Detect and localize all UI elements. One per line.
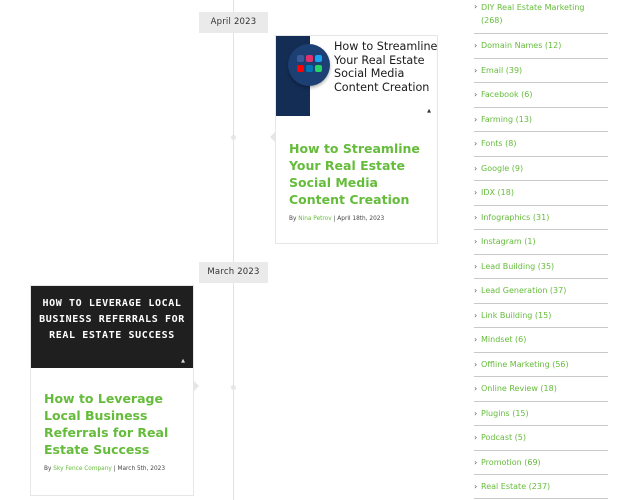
chevron-right-icon: › (474, 262, 478, 271)
chevron-right-icon: › (474, 482, 478, 491)
facebook-icon (297, 55, 304, 62)
chevron-right-icon: › (474, 164, 478, 173)
post-thumbnail[interactable]: How to Streamline Your Real Estate Socia… (276, 36, 437, 117)
linkedin-icon (306, 65, 313, 72)
category-link[interactable]: Farming (13) (481, 115, 532, 124)
post-card[interactable]: HOW TO LEVERAGE LOCAL BUSINESS REFERRALS… (30, 285, 194, 496)
category-link[interactable]: Email (39) (481, 66, 522, 75)
post-date: March 5th, 2023 (117, 466, 166, 472)
category-item[interactable]: › Infographics (31) (474, 206, 608, 230)
chevron-right-icon: › (474, 286, 478, 295)
post-thumbnail[interactable]: HOW TO LEVERAGE LOCAL BUSINESS REFERRALS… (31, 286, 193, 368)
chevron-right-icon: › (474, 66, 478, 75)
chevron-right-icon: › (474, 188, 478, 197)
chevron-right-icon: › (474, 213, 478, 222)
chevron-right-icon: › (474, 237, 478, 246)
thumbnail-heading: HOW TO LEVERAGE LOCAL BUSINESS REFERRALS… (39, 298, 185, 341)
category-item[interactable]: › Online Review (18) (474, 377, 608, 402)
category-item[interactable]: › IDX (18) (474, 181, 608, 206)
category-link[interactable]: Infographics (31) (481, 213, 549, 222)
category-item[interactable]: › Fonts (8) (474, 132, 608, 157)
category-item[interactable]: › Email (39) (474, 59, 608, 83)
category-item[interactable]: › Plugins (15) (474, 402, 608, 426)
chevron-right-icon: › (474, 139, 478, 148)
category-link[interactable]: IDX (18) (481, 188, 514, 197)
social-media-phone-icon (288, 44, 330, 86)
category-item[interactable]: › Google (9) (474, 157, 608, 181)
chevron-right-icon: › (474, 360, 478, 369)
chevron-right-icon: › (474, 311, 478, 320)
whatsapp-icon (315, 65, 322, 72)
category-item[interactable]: › DIY Real Estate Marketing (268) (474, 0, 608, 34)
twitter-icon (315, 55, 322, 62)
timeline-line (233, 0, 234, 500)
instagram-icon (306, 55, 313, 62)
category-item[interactable]: › Podcast (5) (474, 426, 608, 451)
chevron-right-icon: › (474, 384, 478, 393)
chevron-right-icon: › (474, 115, 478, 124)
category-link[interactable]: Plugins (15) (481, 409, 529, 418)
category-link[interactable]: Mindset (6) (481, 335, 526, 344)
category-item[interactable]: › Farming (13) (474, 108, 608, 132)
category-link[interactable]: DIY Real Estate Marketing (268) (481, 2, 599, 27)
timeline-dot (231, 135, 236, 140)
category-link[interactable]: Fonts (8) (481, 139, 516, 148)
post-title[interactable]: How to Leverage Local Business Referrals… (44, 390, 184, 458)
chevron-right-icon: › (474, 335, 478, 344)
category-link[interactable]: Podcast (5) (481, 433, 526, 442)
category-link[interactable]: Offline Marketing (56) (481, 360, 569, 369)
brand-logo-icon: ▲ (181, 358, 185, 364)
category-link[interactable]: Online Review (18) (481, 384, 557, 393)
post-title[interactable]: How to Streamline Your Real Estate Socia… (289, 140, 429, 208)
post-meta: By Nina Petrov | April 18th, 2023 (289, 216, 385, 222)
post-date: April 18th, 2023 (337, 216, 385, 222)
card-arrow (194, 381, 199, 391)
category-link[interactable]: Facebook (6) (481, 90, 532, 99)
month-label-april: April 2023 (199, 12, 268, 33)
category-link[interactable]: Google (9) (481, 164, 523, 173)
category-link[interactable]: Promotion (69) (481, 458, 541, 467)
category-item[interactable]: › Facebook (6) (474, 83, 608, 108)
category-link[interactable]: Lead Building (35) (481, 262, 554, 271)
chevron-right-icon: › (474, 458, 478, 467)
category-item[interactable]: › Promotion (69) (474, 451, 608, 475)
category-link[interactable]: Real Estate (237) (481, 482, 550, 491)
category-item[interactable]: › Instagram (1) (474, 230, 608, 255)
brand-logo-icon: ▲ (427, 108, 431, 114)
category-item[interactable]: › Link Building (15) (474, 304, 608, 328)
post-author-link[interactable]: Sky Fence Company (53, 466, 112, 472)
category-item[interactable]: › Offline Marketing (56) (474, 353, 608, 377)
post-author-link[interactable]: Nina Petrov (298, 216, 331, 222)
category-link[interactable]: Instagram (1) (481, 237, 536, 246)
category-link[interactable]: Domain Names (12) (481, 41, 561, 50)
chevron-right-icon: › (474, 433, 478, 442)
youtube-icon (297, 65, 304, 72)
category-item[interactable]: › Domain Names (12) (474, 34, 608, 59)
category-link[interactable]: Lead Generation (37) (481, 286, 566, 295)
card-arrow (270, 132, 275, 142)
thumbnail-heading: How to Streamline Your Real Estate Socia… (334, 40, 437, 94)
chevron-right-icon: › (474, 41, 478, 50)
timeline-dot (231, 385, 236, 390)
category-item[interactable]: › Real Estate (237) (474, 475, 608, 499)
chevron-right-icon: › (474, 409, 478, 418)
category-item[interactable]: › Lead Building (35) (474, 255, 608, 279)
post-card[interactable]: How to Streamline Your Real Estate Socia… (275, 35, 438, 244)
post-meta: By Sky Fence Company | March 5th, 2023 (44, 466, 166, 472)
category-link[interactable]: Link Building (15) (481, 311, 551, 320)
month-label-march: March 2023 (199, 262, 268, 283)
chevron-right-icon: › (474, 90, 478, 99)
category-item[interactable]: › Lead Generation (37) (474, 279, 608, 304)
category-item[interactable]: › Mindset (6) (474, 328, 608, 353)
chevron-right-icon: › (474, 2, 478, 11)
